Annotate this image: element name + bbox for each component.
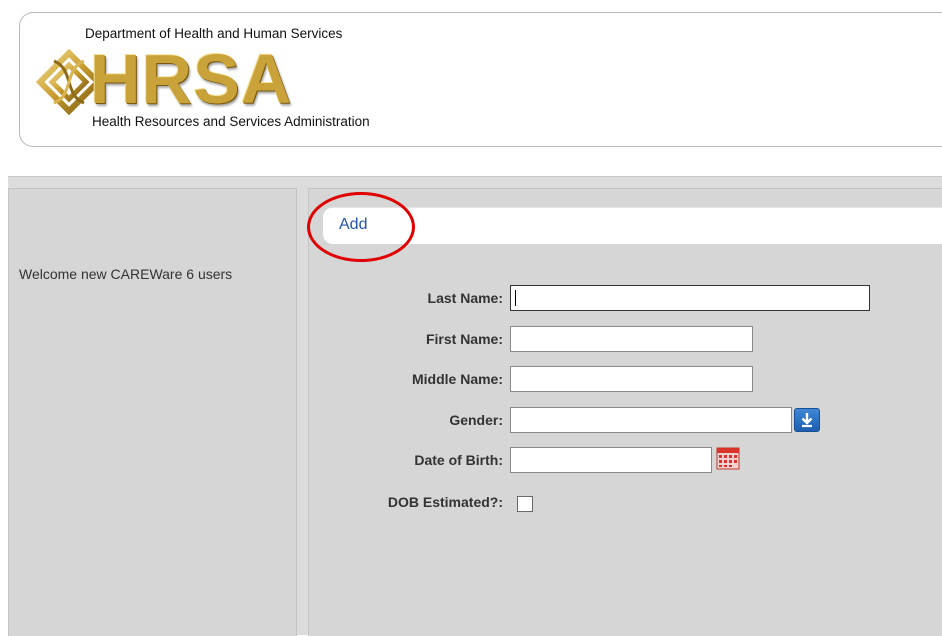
dob-input[interactable] (510, 447, 712, 473)
dob-estimated-label: DOB Estimated?: (387, 494, 503, 510)
last-name-input[interactable] (510, 285, 870, 311)
middle-name-input[interactable] (510, 366, 753, 392)
dob-label: Date of Birth: (414, 452, 503, 468)
last-name-row: Last Name: (309, 285, 503, 311)
agency-name: Health Resources and Services Administra… (92, 114, 370, 129)
department-name: Department of Health and Human Services (85, 26, 343, 41)
first-name-row: First Name: (309, 326, 503, 352)
calendar-icon[interactable] (716, 446, 740, 470)
middle-name-label: Middle Name: (411, 371, 503, 387)
first-name-input[interactable] (510, 326, 753, 352)
header-banner: Department of Health and Human Services … (19, 12, 942, 147)
toolbar: Add (323, 207, 942, 244)
text-caret (515, 290, 516, 306)
gender-label: Gender: (449, 412, 503, 428)
app-area: Welcome new CAREWare 6 users Add Last Na… (8, 176, 942, 636)
dob-estimated-checkbox[interactable] (517, 496, 533, 512)
add-button[interactable]: Add (339, 216, 367, 234)
gender-select[interactable] (510, 407, 792, 433)
sidebar: Welcome new CAREWare 6 users (8, 188, 297, 636)
welcome-link[interactable]: Welcome new CAREWare 6 users (19, 266, 259, 282)
middle-name-row: Middle Name: (309, 366, 503, 392)
first-name-label: First Name: (425, 331, 503, 347)
gender-dropdown-button[interactable] (794, 408, 820, 432)
dob-estimated-row: DOB Estimated?: (309, 489, 503, 515)
main-content: Add Last Name: First Name: Middle Name: … (308, 188, 942, 636)
gender-row: Gender: (309, 407, 503, 433)
hrsa-logo: HRSA (34, 43, 314, 119)
download-arrow-icon (801, 413, 813, 428)
dob-row: Date of Birth: (309, 447, 503, 473)
hrsa-wordmark: HRSA (90, 40, 293, 118)
last-name-label: Last Name: (427, 290, 503, 306)
